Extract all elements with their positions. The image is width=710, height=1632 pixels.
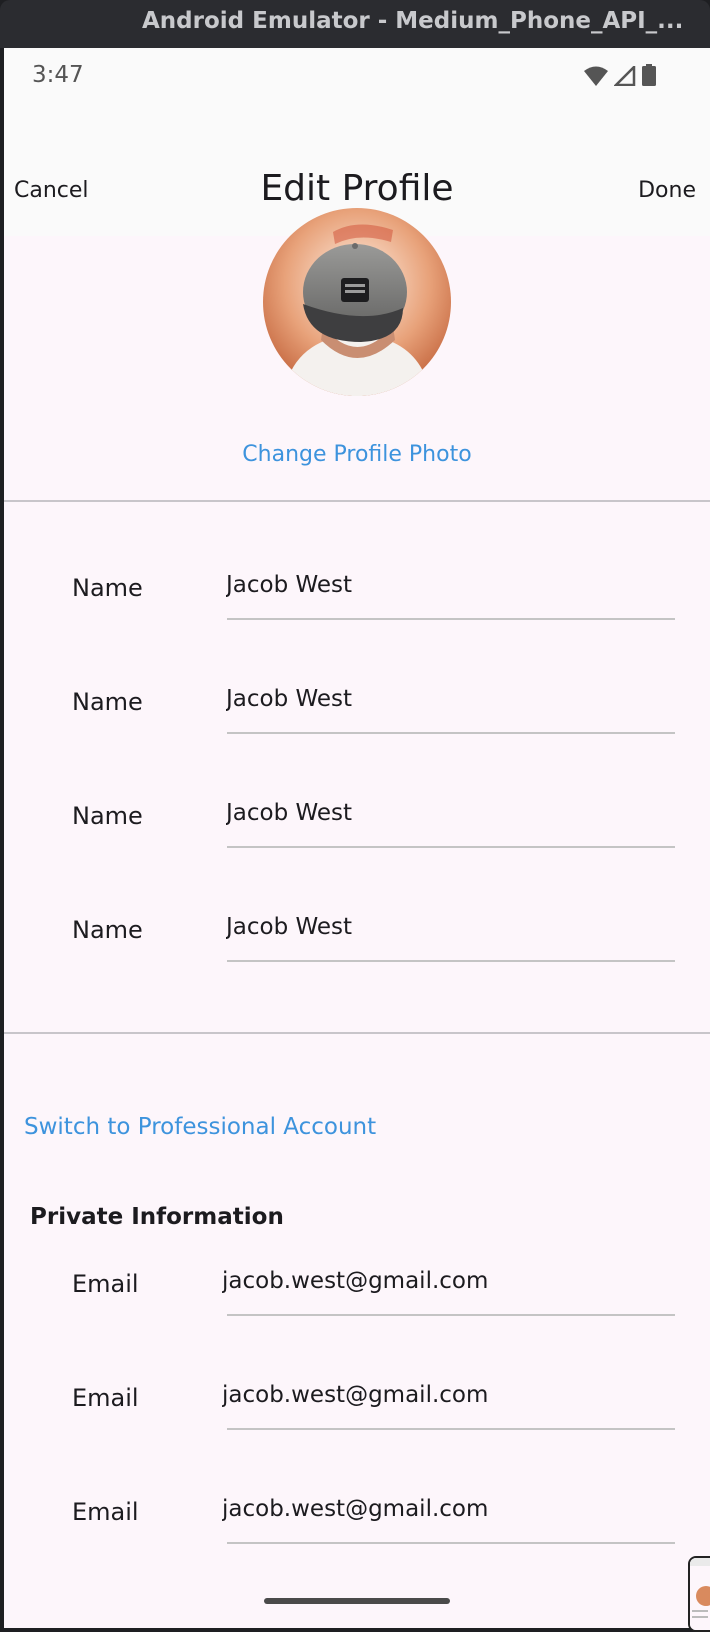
emulator-titlebar: Android Emulator - Medium_Phone_API_... [0, 0, 710, 48]
field-label: Name [72, 802, 143, 830]
field-underline [227, 732, 675, 734]
private-information-header: Private Information [30, 1204, 284, 1230]
private-field-row: Email [4, 1362, 710, 1480]
private-field-row: Email [4, 1248, 710, 1366]
email-field[interactable] [222, 1268, 662, 1294]
avatar[interactable] [263, 208, 451, 396]
divider [4, 500, 710, 502]
change-profile-photo-button[interactable]: Change Profile Photo [4, 442, 710, 467]
status-time: 3:47 [32, 62, 84, 88]
private-field-row: Email [4, 1476, 710, 1594]
field-label: Email [72, 1270, 139, 1298]
field-label: Name [72, 574, 143, 602]
field-underline [227, 1542, 675, 1544]
screenshot-thumbnail[interactable] [688, 1556, 710, 1632]
profile-field-row: Name [4, 780, 710, 898]
profile-field-row: Name [4, 552, 710, 670]
field-label: Name [72, 688, 143, 716]
name-field[interactable] [226, 800, 666, 826]
divider [4, 1032, 710, 1034]
name-field[interactable] [226, 686, 666, 712]
field-underline [227, 1428, 675, 1430]
profile-field-row: Name [4, 666, 710, 784]
window-title: Android Emulator - Medium_Phone_API_... [142, 8, 684, 34]
field-label: Email [72, 1498, 139, 1526]
profile-photo [263, 208, 451, 396]
name-field[interactable] [226, 914, 666, 940]
wifi-icon [584, 66, 608, 91]
email-field[interactable] [222, 1496, 662, 1522]
phone-screen: 3:47 Cancel Edit Profile Done Change Pro… [4, 48, 710, 1628]
field-underline [227, 618, 675, 620]
email-field[interactable] [222, 1382, 662, 1408]
page-title: Edit Profile [260, 168, 454, 209]
profile-field-row: Name [4, 894, 710, 1012]
battery-icon [642, 64, 656, 91]
field-underline [227, 1314, 675, 1316]
field-label: Name [72, 916, 143, 944]
field-underline [227, 960, 675, 962]
status-icons [584, 63, 656, 91]
switch-professional-account-button[interactable]: Switch to Professional Account [24, 1114, 376, 1140]
done-button[interactable]: Done [638, 178, 696, 203]
home-indicator[interactable] [264, 1598, 450, 1604]
field-label: Email [72, 1384, 139, 1412]
signal-icon [612, 63, 636, 91]
field-underline [227, 846, 675, 848]
name-field[interactable] [226, 572, 666, 598]
status-bar: 3:47 [4, 48, 710, 102]
